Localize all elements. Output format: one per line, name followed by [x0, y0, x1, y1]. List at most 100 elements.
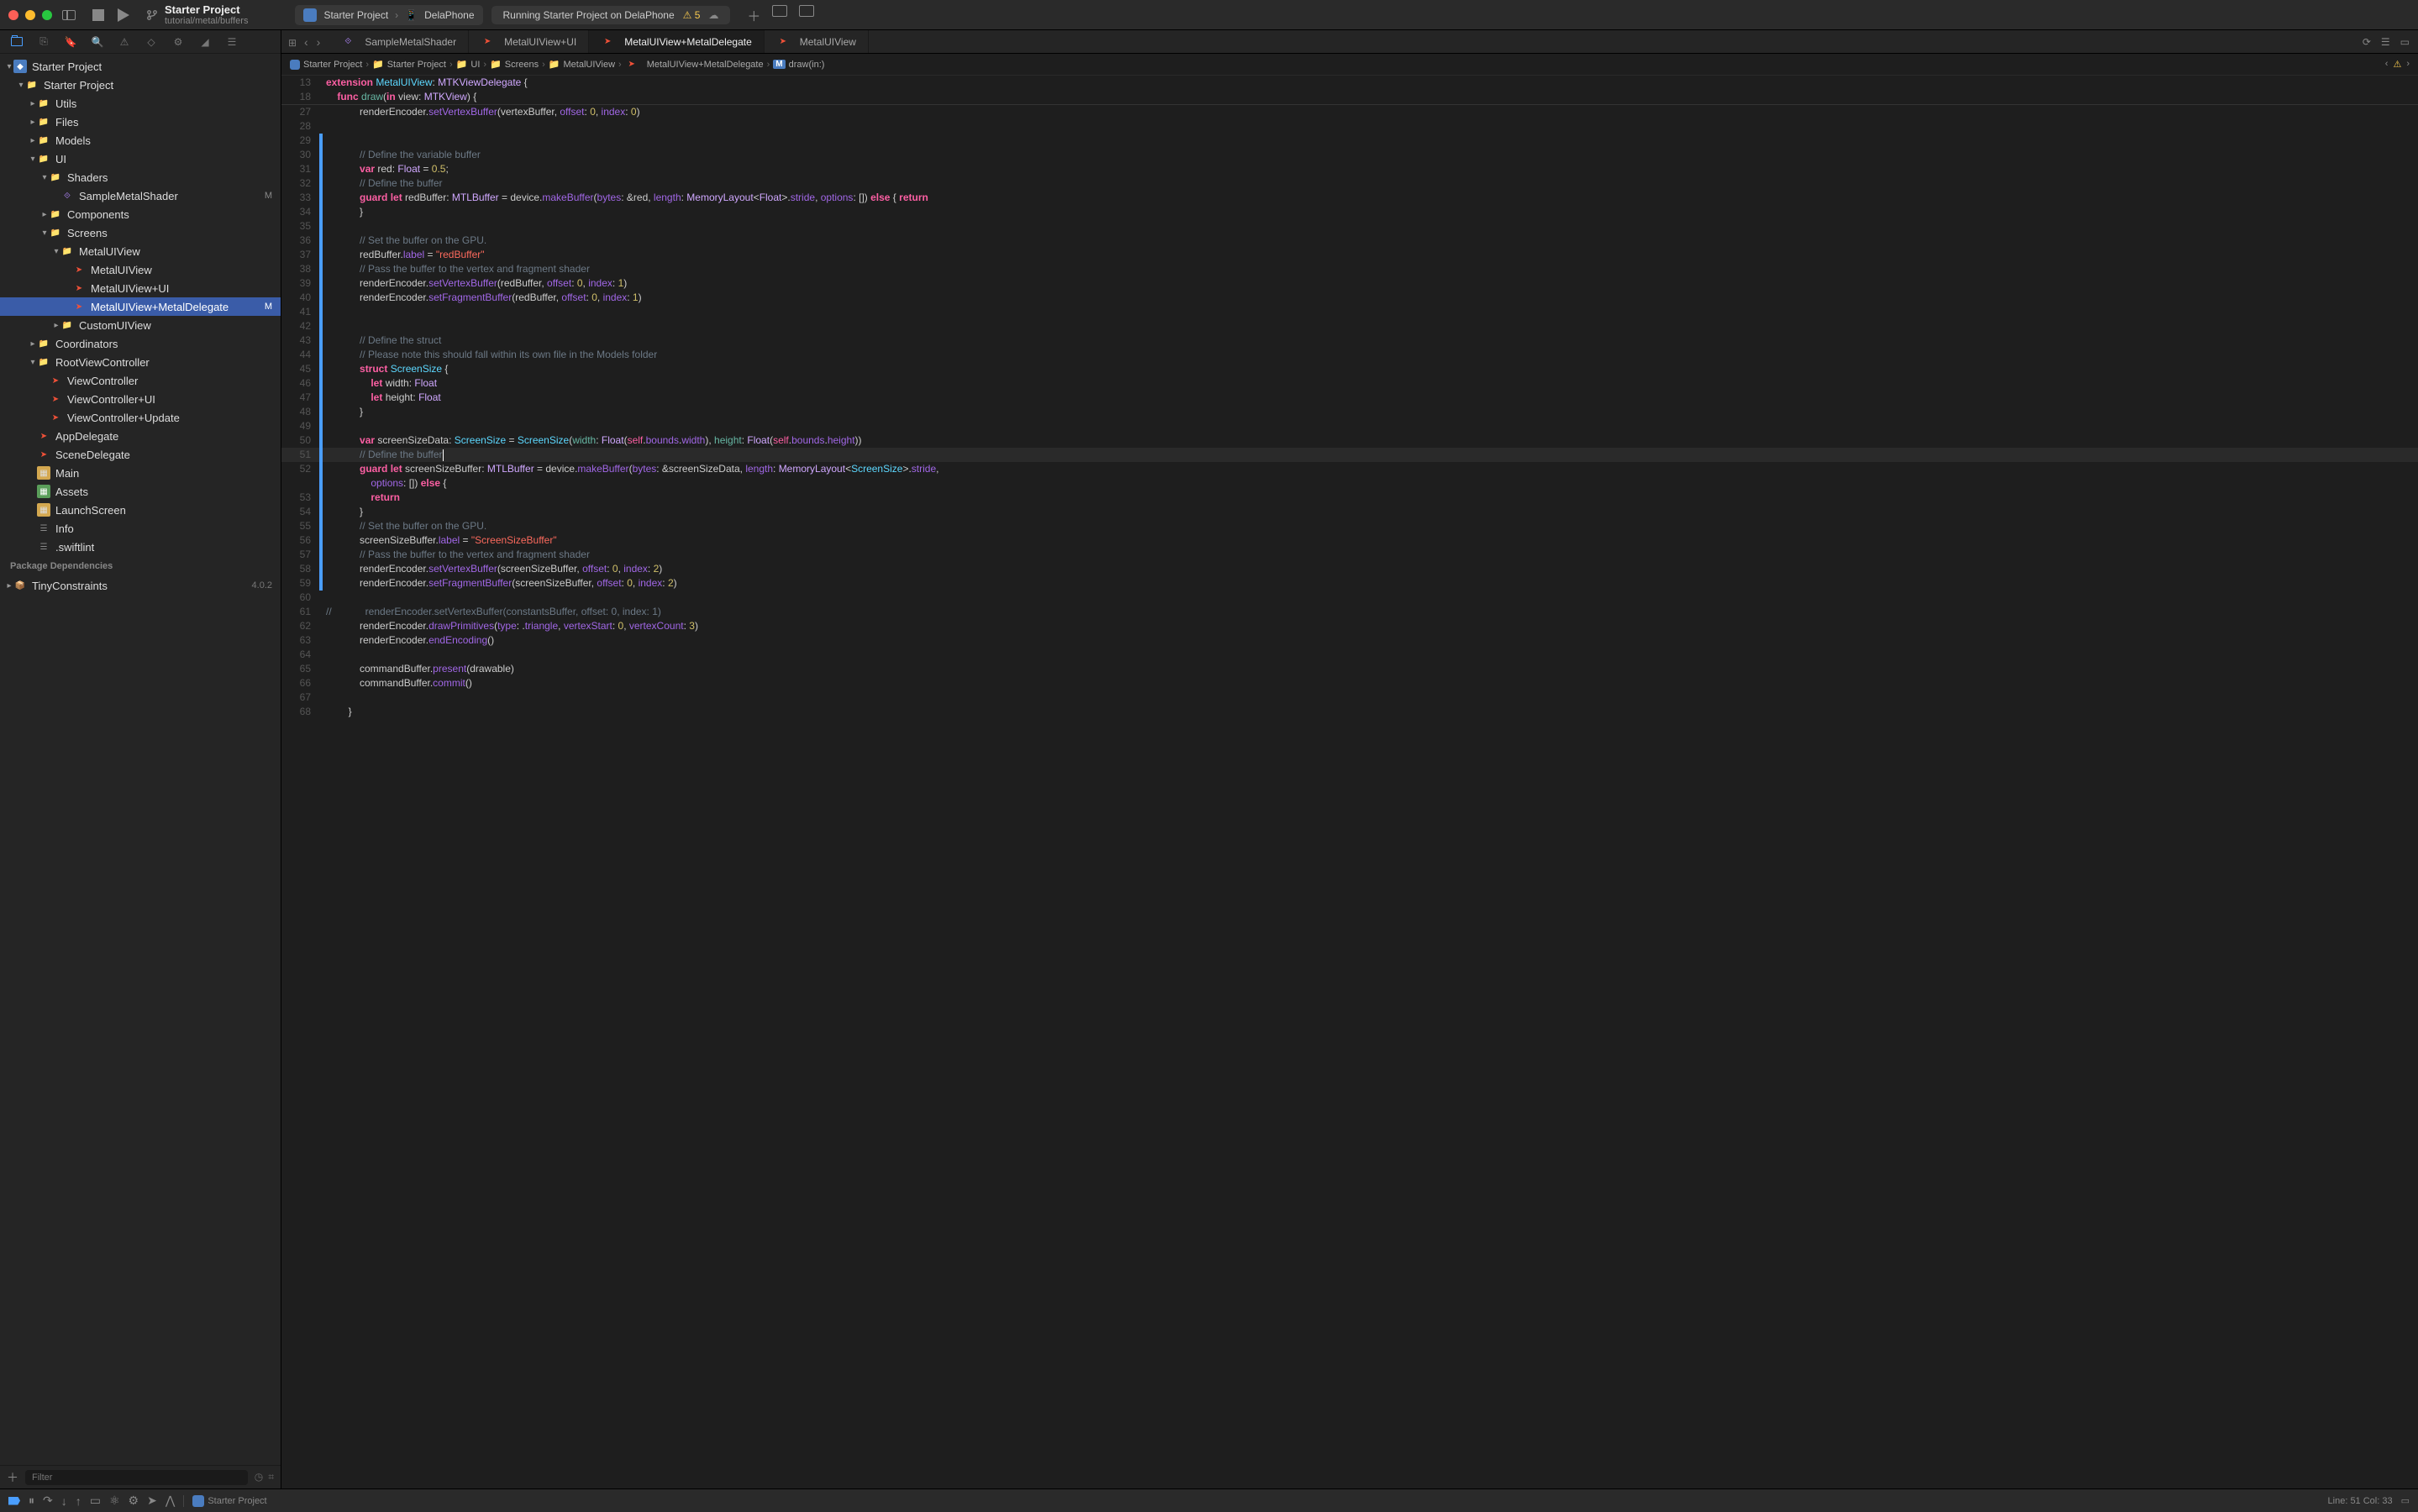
swift-icon: ➤: [776, 35, 790, 49]
project-root[interactable]: ◆Starter Project: [0, 57, 281, 76]
folder-screens[interactable]: 📁Screens: [0, 223, 281, 242]
file-scenedelegate[interactable]: ➤SceneDelegate: [0, 445, 281, 464]
next-issue-button[interactable]: ›: [2406, 59, 2410, 70]
warning-badge[interactable]: ⚠ 5: [683, 9, 701, 21]
navigator-panel: ⎘ 🔖 🔍 ⚠ ◇ ⚙ ◢ ☰ ◆Starter Project 📁Starte…: [0, 30, 281, 1488]
folder-icon: 📁: [456, 59, 468, 70]
recent-filter-icon[interactable]: ◷: [255, 1471, 263, 1483]
navigator-filter-bar: ＋ ◷ ⌗: [0, 1465, 281, 1488]
file-appdelegate[interactable]: ➤AppDelegate: [0, 427, 281, 445]
project-navigator-tab[interactable]: [10, 35, 24, 49]
toggle-inspector-button[interactable]: [799, 5, 814, 17]
scheme-selector[interactable]: Starter Project › 📱 DelaPhone: [295, 5, 482, 25]
add-editor-button[interactable]: ＋: [747, 5, 760, 25]
adjust-editor-button[interactable]: ▭: [2400, 36, 2410, 48]
folder-ui[interactable]: 📁UI: [0, 150, 281, 168]
file-viewcontroller-ui[interactable]: ➤ViewController+UI: [0, 390, 281, 408]
debug-navigator-tab[interactable]: ⚙: [171, 35, 185, 49]
metal-icon: ⟐: [341, 35, 355, 49]
warning-icon[interactable]: ⚠: [2393, 59, 2401, 70]
source-control-branch[interactable]: Starter Project tutorial/metal/buffers: [146, 3, 248, 26]
file-tree[interactable]: ◆Starter Project 📁Starter Project 📁Utils…: [0, 54, 281, 1465]
test-navigator-tab[interactable]: ◇: [145, 35, 158, 49]
status-text: Running Starter Project on DelaPhone: [503, 9, 675, 21]
window-controls: [8, 10, 52, 20]
minimize-window-button[interactable]: [25, 10, 35, 20]
stop-button[interactable]: [92, 9, 104, 21]
run-button[interactable]: [118, 8, 129, 22]
file-launchscreen[interactable]: ▦LaunchScreen: [0, 501, 281, 519]
debug-target[interactable]: Starter Project: [183, 1495, 266, 1507]
bookmark-navigator-tab[interactable]: 🔖: [64, 35, 77, 49]
debug-view-button[interactable]: ▭: [90, 1494, 101, 1508]
file-assets[interactable]: ▦Assets: [0, 482, 281, 501]
editor-options-button[interactable]: ☰: [2381, 36, 2390, 48]
file-viewcontroller[interactable]: ➤ViewController: [0, 371, 281, 390]
memory-graph-button[interactable]: ⚛: [109, 1494, 120, 1508]
step-over-button[interactable]: ↷: [43, 1494, 53, 1508]
source-control-navigator-tab[interactable]: ⎘: [37, 35, 50, 49]
environment-button[interactable]: ⚙: [129, 1494, 139, 1508]
file-metaluiview-ui[interactable]: ➤MetalUIView+UI: [0, 279, 281, 297]
code-editor[interactable]: 13extension MetalUIView: MTKViewDelegate…: [281, 76, 2418, 1488]
file-swiftlint[interactable]: ☰.swiftlint: [0, 538, 281, 556]
tab-metaluiview-delegate[interactable]: ➤MetalUIView+MetalDelegate: [589, 30, 765, 53]
group-starter-project[interactable]: 📁Starter Project: [0, 76, 281, 94]
phone-icon: 📱: [405, 9, 418, 21]
package-tinyconstraints[interactable]: 📦TinyConstraints4.0.2: [0, 576, 281, 595]
project-icon: [290, 60, 300, 70]
back-button[interactable]: ‹: [302, 35, 311, 49]
folder-shaders[interactable]: 📁Shaders: [0, 168, 281, 186]
folder-rootvc[interactable]: 📁RootViewController: [0, 353, 281, 371]
folder-files[interactable]: 📁Files: [0, 113, 281, 131]
toggle-debug-area-button[interactable]: ▭: [2401, 1495, 2410, 1506]
folder-customuiview[interactable]: 📁CustomUIView: [0, 316, 281, 334]
file-metaluiview-delegate[interactable]: ➤MetalUIView+MetalDelegateM: [0, 297, 281, 316]
file-viewcontroller-update[interactable]: ➤ViewController+Update: [0, 408, 281, 427]
swift-icon: ➤: [601, 35, 614, 49]
folder-coordinators[interactable]: 📁Coordinators: [0, 334, 281, 353]
destination-name: DelaPhone: [424, 9, 474, 21]
step-into-button[interactable]: ↓: [61, 1494, 67, 1508]
find-navigator-tab[interactable]: 🔍: [91, 35, 104, 49]
jump-bar[interactable]: Starter Project› 📁Starter Project› 📁UI› …: [281, 54, 2418, 76]
issue-navigator-tab[interactable]: ⚠: [118, 35, 131, 49]
branch-icon: [146, 9, 158, 21]
tab-metaluiview[interactable]: ➤MetalUIView: [765, 30, 869, 53]
tab-metaluiview-ui[interactable]: ➤MetalUIView+UI: [469, 30, 589, 53]
filter-input[interactable]: [25, 1470, 248, 1485]
related-items-button[interactable]: ⊞: [288, 37, 298, 47]
file-metaluiview[interactable]: ➤MetalUIView: [0, 260, 281, 279]
package-dependencies-header: Package Dependencies: [0, 556, 281, 576]
location-button[interactable]: ➤: [147, 1494, 157, 1508]
swift-icon: ➤: [625, 58, 639, 71]
file-main[interactable]: ▦Main: [0, 464, 281, 482]
activity-status[interactable]: Running Starter Project on DelaPhone ⚠ 5…: [491, 6, 731, 24]
app-icon: [192, 1495, 204, 1507]
breakpoint-navigator-tab[interactable]: ◢: [198, 35, 212, 49]
file-info[interactable]: ☰Info: [0, 519, 281, 538]
scheme-name: Starter Project: [323, 9, 388, 21]
refresh-icon[interactable]: ⟳: [2363, 36, 2371, 48]
tab-sample-shader[interactable]: ⟐SampleMetalShader: [329, 30, 469, 53]
scm-filter-icon[interactable]: ⌗: [268, 1471, 274, 1483]
file-sample-shader[interactable]: ⟐SampleMetalShaderM: [0, 186, 281, 205]
close-window-button[interactable]: [8, 10, 18, 20]
folder-utils[interactable]: 📁Utils: [0, 94, 281, 113]
report-navigator-tab[interactable]: ☰: [225, 35, 239, 49]
toggle-navigator-button[interactable]: [62, 10, 76, 20]
add-file-button[interactable]: ＋: [7, 1469, 18, 1486]
forward-button[interactable]: ›: [314, 35, 323, 49]
folder-models[interactable]: 📁Models: [0, 131, 281, 150]
pause-button[interactable]: ⏸: [29, 1494, 34, 1508]
folder-components[interactable]: 📁Components: [0, 205, 281, 223]
prev-issue-button[interactable]: ‹: [2385, 59, 2389, 70]
step-out-button[interactable]: ↑: [76, 1494, 81, 1508]
folder-icon: 📁: [490, 59, 502, 70]
zoom-window-button[interactable]: [42, 10, 52, 20]
more-debug-button[interactable]: ⋀: [166, 1494, 175, 1508]
chevron-right-icon: ›: [395, 9, 398, 21]
folder-metaluiview[interactable]: 📁MetalUIView: [0, 242, 281, 260]
breakpoint-toggle[interactable]: [8, 1497, 20, 1505]
library-button[interactable]: [772, 5, 787, 17]
